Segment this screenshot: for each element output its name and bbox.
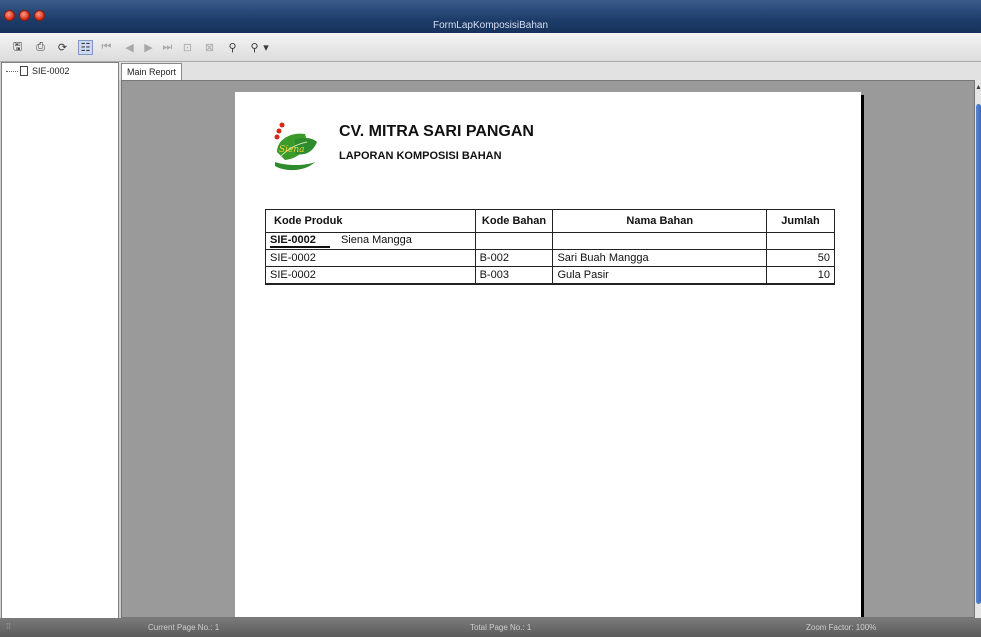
vertical-scrollbar[interactable]: ▲ bbox=[975, 80, 981, 618]
resize-grip-icon[interactable]: ⁞⁞ bbox=[6, 622, 10, 631]
cell-nama-bahan: Gula Pasir bbox=[552, 266, 768, 285]
report-page: Siena CV. MITRA SARI PANGAN LAPORAN KOMP… bbox=[235, 92, 861, 617]
tree-item[interactable]: SIE-0002 bbox=[6, 66, 70, 76]
group-tree-icon[interactable]: ☷ bbox=[78, 40, 93, 55]
cell-kode-bahan: B-003 bbox=[474, 266, 554, 285]
previous-page-icon[interactable]: ◀ bbox=[122, 40, 137, 55]
report-viewer: Siena CV. MITRA SARI PANGAN LAPORAN KOMP… bbox=[121, 80, 975, 618]
last-page-icon[interactable]: ⏭ bbox=[160, 40, 175, 55]
title-bar: FormLapKomposisiBahan bbox=[0, 0, 981, 33]
status-bar: ⁞⁞ Current Page No.: 1 Total Page No.: 1… bbox=[0, 618, 981, 637]
close-view-icon[interactable]: ⊠ bbox=[202, 40, 217, 55]
logo-text: Siena bbox=[279, 145, 305, 155]
group-name: Siena Mangga bbox=[340, 234, 412, 246]
tree-item-label: SIE-0002 bbox=[32, 66, 70, 76]
cell-kode-bahan: B-002 bbox=[474, 249, 554, 267]
zoom-icon[interactable]: ⚲ bbox=[247, 40, 262, 55]
company-logo: Siena bbox=[274, 122, 317, 171]
company-name: CV. MITRA SARI PANGAN bbox=[339, 123, 534, 140]
total-page-status: Total Page No.: 1 bbox=[470, 623, 532, 632]
first-page-icon[interactable]: ⏮ bbox=[99, 40, 114, 55]
refresh-icon[interactable]: ⟳ bbox=[55, 40, 70, 55]
cell-kode-produk: SIE-0002 bbox=[265, 266, 476, 285]
group-tree-pane: SIE-0002 bbox=[1, 62, 119, 620]
col-kode-bahan: Kode Bahan bbox=[474, 209, 554, 233]
zoom-factor-status: Zoom Factor: 100% bbox=[806, 623, 877, 632]
goto-page-icon[interactable]: ⊡ bbox=[180, 40, 195, 55]
cell-nama-bahan: Sari Buah Mangga bbox=[552, 249, 768, 267]
col-nama-bahan: Nama Bahan bbox=[552, 209, 768, 233]
export-icon[interactable]: 🖫 bbox=[10, 40, 25, 55]
tab-strip: Main Report bbox=[119, 62, 981, 81]
col-jumlah: Jumlah bbox=[766, 209, 835, 233]
table-row: SIE-0002 B-002 Sari Buah Mangga 50 bbox=[265, 249, 835, 267]
print-icon[interactable]: ⎙ bbox=[33, 40, 48, 55]
tree-connector bbox=[6, 70, 18, 72]
current-page-status: Current Page No.: 1 bbox=[148, 623, 220, 632]
find-icon[interactable]: ⚲ bbox=[225, 40, 240, 55]
scrollbar-thumb[interactable] bbox=[976, 104, 981, 604]
table-row: SIE-0002 B-003 Gula Pasir 10 bbox=[265, 266, 835, 285]
col-kode-produk: Kode Produk bbox=[265, 209, 476, 233]
document-icon bbox=[20, 66, 28, 76]
composition-table: Kode Produk Kode Bahan Nama Bahan Jumlah… bbox=[265, 209, 835, 285]
zoom-dropdown-icon[interactable]: ▾ bbox=[262, 40, 270, 55]
next-page-icon[interactable]: ▶ bbox=[141, 40, 156, 55]
group-code: SIE-0002 bbox=[270, 234, 330, 248]
cell-kode-produk: SIE-0002 bbox=[265, 249, 476, 267]
group-header-row: SIE-0002 Siena Mangga bbox=[265, 232, 835, 250]
cell-jumlah: 10 bbox=[766, 266, 835, 285]
window-title: FormLapKomposisiBahan bbox=[432, 20, 549, 31]
tab-main-report[interactable]: Main Report bbox=[121, 63, 183, 81]
report-title: LAPORAN KOMPOSISI BAHAN bbox=[339, 150, 502, 162]
toolbar: 🖫 ⎙ ⟳ ☷ ⏮ ◀ ▶ ⏭ ⊡ ⊠ ⚲ ⚲ ▾ bbox=[0, 33, 981, 62]
table-header: Kode Produk Kode Bahan Nama Bahan Jumlah bbox=[265, 209, 835, 233]
cell-jumlah: 50 bbox=[766, 249, 835, 267]
scroll-up-icon[interactable]: ▲ bbox=[975, 84, 981, 91]
